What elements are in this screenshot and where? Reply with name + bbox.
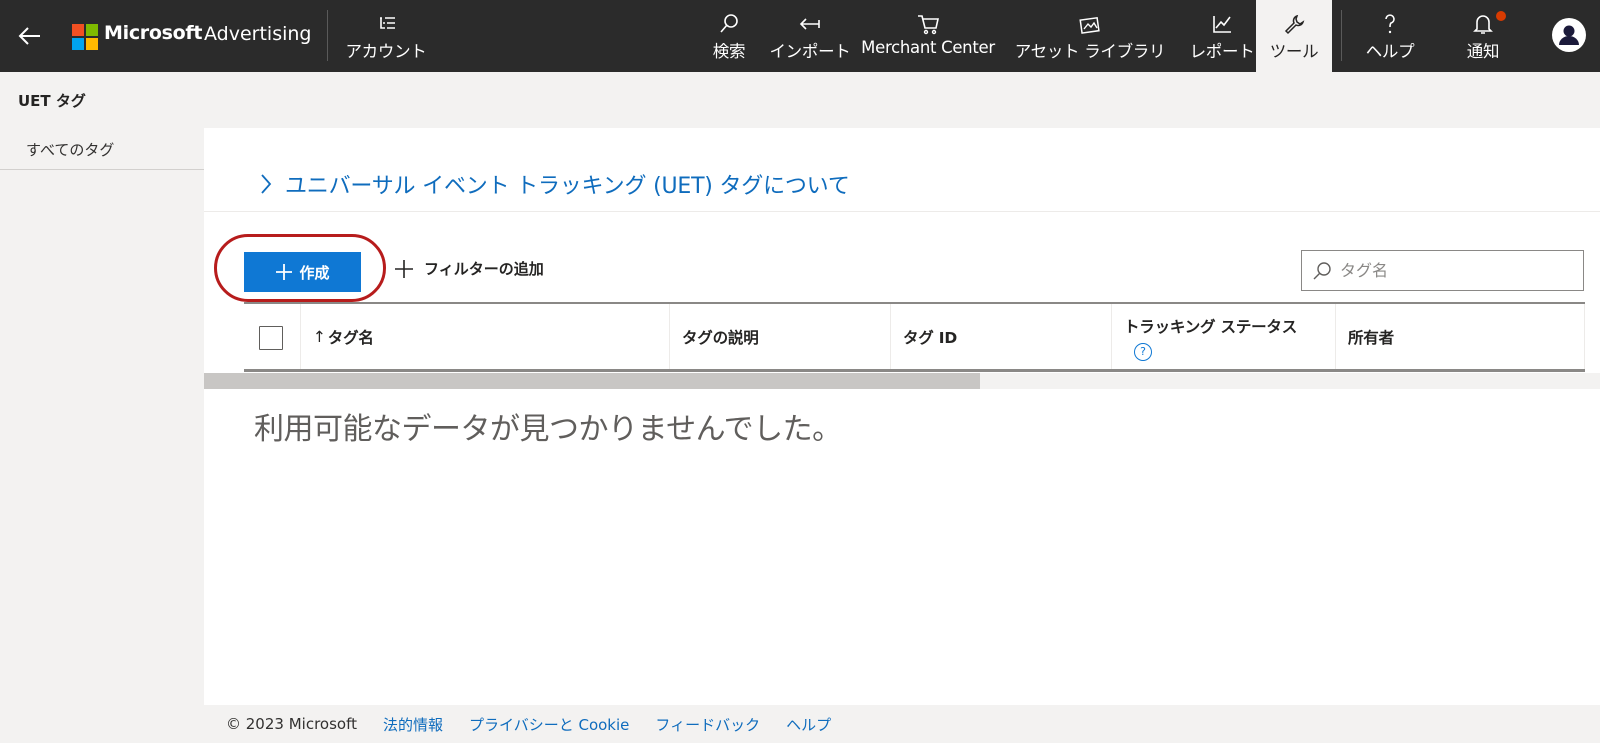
column-header-label: タグの説明 bbox=[682, 328, 759, 347]
notification-badge bbox=[1496, 11, 1506, 21]
create-button[interactable]: 作成 bbox=[244, 252, 361, 292]
select-all-cell bbox=[244, 304, 301, 369]
help-question-icon[interactable]: ? bbox=[1134, 342, 1152, 361]
horizontal-scrollbar[interactable] bbox=[204, 373, 1600, 389]
footer-link-feedback[interactable]: フィードバック bbox=[655, 714, 760, 735]
top-navigation-bar: Microsoft Advertising アカウント 検索 インポート Mer… bbox=[0, 0, 1600, 72]
search-icon bbox=[718, 12, 740, 36]
table-header: ↑ タグ名 タグの説明 タグ ID トラッキング ステータス ? 所有者 bbox=[244, 302, 1585, 372]
scrollbar-thumb[interactable] bbox=[204, 373, 980, 389]
wrench-icon bbox=[1283, 12, 1305, 36]
header-divider bbox=[1341, 10, 1342, 61]
nav-import-label: インポート bbox=[769, 42, 851, 61]
nav-tools[interactable]: ツール bbox=[1256, 0, 1332, 72]
about-uet-link[interactable]: ユニバーサル イベント トラッキング (UET) タグについて bbox=[259, 168, 850, 200]
asset-library-icon bbox=[1078, 12, 1102, 36]
cart-icon bbox=[916, 12, 940, 36]
nav-reports-label: レポート bbox=[1189, 42, 1255, 61]
tag-search-box[interactable] bbox=[1301, 250, 1584, 291]
header-divider bbox=[327, 10, 328, 61]
brand-name: Microsoft bbox=[104, 22, 203, 44]
column-header-label: トラッキング ステータス bbox=[1124, 317, 1298, 336]
account-list-icon bbox=[374, 12, 398, 36]
add-filter-button[interactable]: フィルターの追加 bbox=[394, 258, 544, 279]
footer-link-privacy[interactable]: プライバシーと Cookie bbox=[469, 714, 629, 735]
column-header-tag-description[interactable]: タグの説明 bbox=[670, 304, 891, 369]
plus-icon bbox=[276, 264, 293, 280]
empty-state-message: 利用可能なデータが見つかりませんでした。 bbox=[254, 412, 842, 447]
sidebar-item-all-tags[interactable]: すべてのタグ bbox=[0, 128, 204, 170]
plus-icon bbox=[395, 259, 413, 278]
column-header-label: タグ ID bbox=[903, 328, 958, 347]
column-header-tracking-status[interactable]: トラッキング ステータス ? bbox=[1112, 304, 1336, 369]
copyright: © 2023 Microsoft bbox=[226, 715, 357, 733]
create-button-label: 作成 bbox=[299, 263, 330, 282]
nav-merchant-center[interactable]: Merchant Center bbox=[860, 0, 996, 72]
account-nav[interactable]: アカウント bbox=[336, 0, 436, 72]
nav-reports[interactable]: レポート bbox=[1186, 0, 1258, 72]
nav-notifications-label: 通知 bbox=[1466, 42, 1500, 61]
tag-search-input[interactable] bbox=[1340, 261, 1580, 280]
account-nav-label: アカウント bbox=[345, 42, 427, 61]
column-header-label: タグ名 bbox=[327, 328, 374, 347]
column-header-tag-id[interactable]: タグ ID bbox=[891, 304, 1112, 369]
section-divider bbox=[204, 211, 1600, 212]
nav-notifications[interactable]: 通知 bbox=[1446, 0, 1520, 72]
chart-icon bbox=[1211, 12, 1233, 36]
sort-ascending-icon: ↑ bbox=[313, 327, 326, 346]
footer-link-legal[interactable]: 法的情報 bbox=[383, 714, 443, 735]
column-header-label: 所有者 bbox=[1348, 328, 1394, 347]
back-arrow-icon[interactable] bbox=[14, 20, 46, 52]
about-uet-link-text: ユニバーサル イベント トラッキング (UET) タグについて bbox=[285, 174, 850, 199]
chevron-right-icon bbox=[261, 174, 272, 194]
nav-import[interactable]: インポート bbox=[764, 0, 856, 72]
footer: © 2023 Microsoft 法的情報 プライバシーと Cookie フィー… bbox=[204, 705, 1600, 743]
column-header-owner[interactable]: 所有者 bbox=[1336, 304, 1585, 369]
page-header: UET タグ bbox=[0, 72, 1600, 128]
nav-merchant-center-label: Merchant Center bbox=[861, 38, 995, 57]
nav-search[interactable]: 検索 bbox=[702, 0, 756, 72]
nav-help-label: ヘルプ bbox=[1365, 42, 1415, 61]
column-header-tag-name[interactable]: ↑ タグ名 bbox=[301, 304, 670, 369]
select-all-checkbox[interactable] bbox=[259, 326, 283, 350]
add-filter-label: フィルターの追加 bbox=[424, 260, 544, 278]
microsoft-logo-icon bbox=[72, 24, 98, 50]
product-name: Advertising bbox=[204, 23, 312, 45]
search-icon bbox=[1313, 261, 1331, 279]
user-avatar-icon[interactable] bbox=[1552, 18, 1586, 52]
main-panel: ユニバーサル イベント トラッキング (UET) タグについて 作成 フィルター… bbox=[204, 128, 1600, 705]
footer-link-help[interactable]: ヘルプ bbox=[786, 714, 831, 735]
left-sidebar: すべてのタグ bbox=[0, 128, 204, 743]
nav-tools-label: ツール bbox=[1269, 42, 1319, 61]
page-title: UET タグ bbox=[18, 92, 86, 110]
nav-help[interactable]: ヘルプ bbox=[1350, 0, 1430, 72]
nav-asset-library[interactable]: アセット ライブラリ bbox=[1006, 0, 1174, 72]
nav-asset-library-label: アセット ライブラリ bbox=[1014, 42, 1166, 61]
nav-search-label: 検索 bbox=[712, 42, 746, 61]
question-icon bbox=[1380, 12, 1400, 36]
import-icon bbox=[797, 12, 823, 36]
bell-icon bbox=[1472, 12, 1494, 36]
